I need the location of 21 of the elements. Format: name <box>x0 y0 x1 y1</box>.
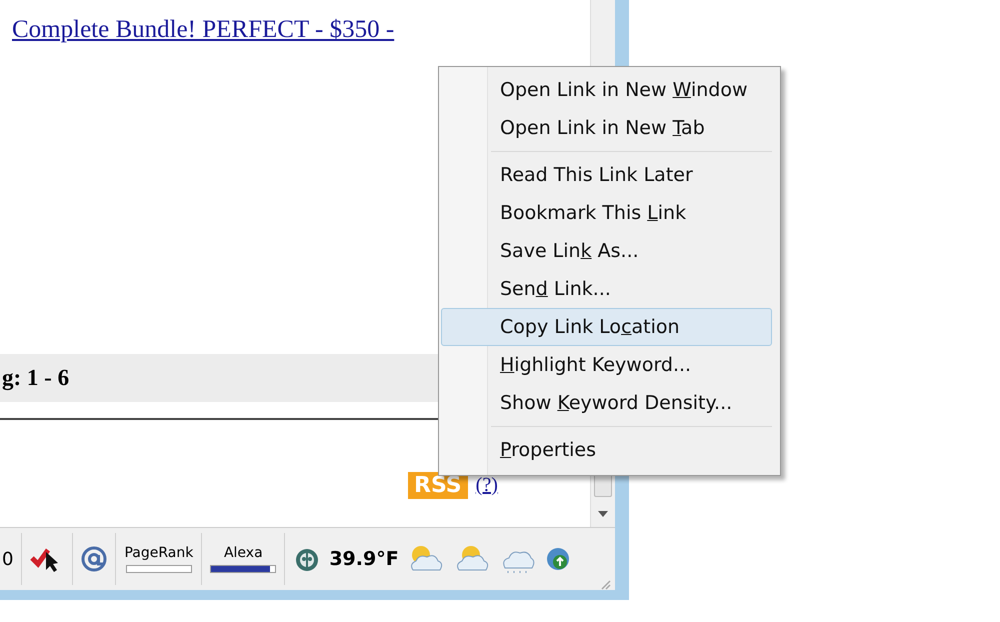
menu-item[interactable]: Read This Link Later <box>441 156 772 194</box>
status-text: 0 <box>2 548 14 570</box>
menu-item[interactable]: Save Link As... <box>441 232 772 270</box>
menu-item[interactable]: Open Link in New Tab <box>441 109 772 147</box>
results-count: g: 1 - 6 <box>1 365 70 391</box>
help-link[interactable]: (?) <box>476 474 498 497</box>
pagerank-label: PageRank <box>124 545 194 561</box>
resize-grip-icon[interactable] <box>599 578 611 590</box>
globe-icon[interactable] <box>544 546 571 572</box>
menu-item[interactable]: Highlight Keyword... <box>441 346 772 384</box>
scroll-down-icon[interactable] <box>598 511 608 517</box>
listing-link[interactable]: Complete Bundle! PERFECT - $350 - <box>12 16 394 44</box>
menu-item[interactable]: Send Link... <box>441 270 772 308</box>
at-sign-icon[interactable] <box>81 546 108 572</box>
temperature-text: 39.9°F <box>329 548 399 570</box>
menu-item[interactable]: Show Keyword Density... <box>441 384 772 422</box>
menu-item[interactable]: Open Link in New Window <box>441 71 772 109</box>
menu-item[interactable]: Copy Link Location <box>441 308 772 346</box>
menu-item[interactable]: Properties <box>441 431 772 469</box>
alexa-label: Alexa <box>224 545 263 561</box>
menu-item[interactable]: Bookmark This Link <box>441 194 772 232</box>
